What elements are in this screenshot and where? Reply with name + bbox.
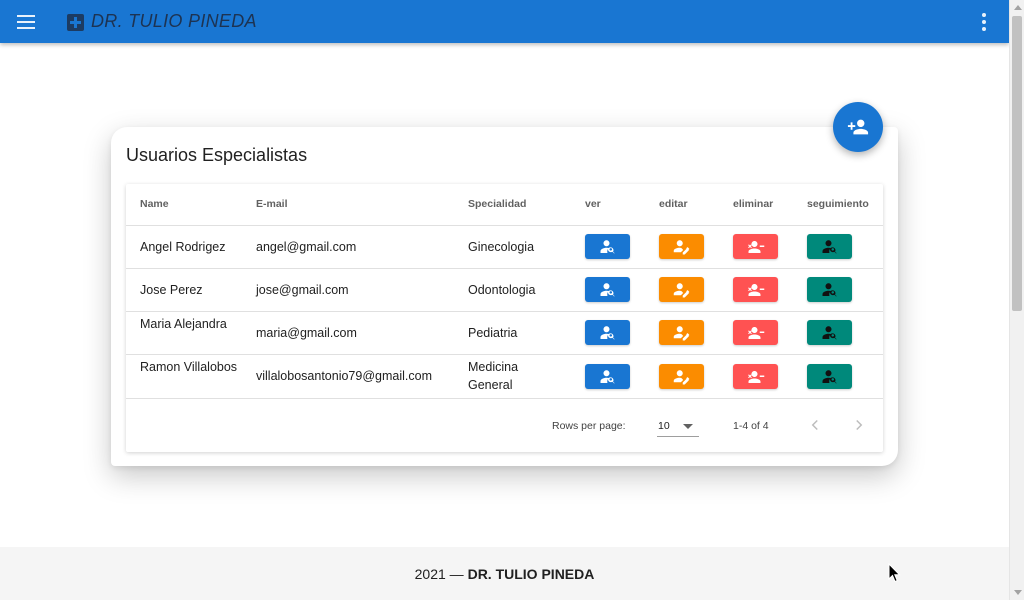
prev-page-button[interactable] (803, 413, 827, 437)
person-remove-icon (747, 240, 764, 253)
cell-specialty: Odontologia (468, 283, 536, 297)
app-bar: DR. TULIO PINEDA (0, 0, 1009, 43)
person-remove-icon (747, 283, 764, 296)
edit-button[interactable] (659, 320, 704, 345)
table-row: Angel Rodrigez angel@gmail.com Ginecolog… (126, 226, 883, 269)
footer-year: 2021 — (414, 566, 464, 582)
view-button[interactable] (585, 277, 630, 302)
header-name[interactable]: Name (140, 198, 169, 210)
scroll-down-arrow[interactable] (1014, 590, 1022, 595)
edit-button[interactable] (659, 277, 704, 302)
person-add-icon (847, 119, 869, 135)
view-button[interactable] (585, 364, 630, 389)
view-button[interactable] (585, 320, 630, 345)
delete-button[interactable] (733, 364, 778, 389)
footer-name: DR. TULIO PINEDA (467, 566, 595, 582)
more-vert-dot (982, 20, 986, 24)
table-pagination: Rows per page: 10 1-4 of 4 (126, 399, 883, 452)
page-footer: 2021 — DR. TULIO PINEDA (0, 547, 1009, 600)
table-row: Ramon Villalobos villalobosantonio79@gma… (126, 355, 883, 399)
cell-email: jose@gmail.com (256, 283, 349, 297)
card-title: Usuarios Especialistas (126, 145, 308, 165)
table-row: Maria Alejandra maria@gmail.com Pediatri… (126, 312, 883, 355)
chevron-right-icon (856, 419, 863, 431)
edit-button[interactable] (659, 364, 704, 389)
edit-button[interactable] (659, 234, 704, 259)
cell-name: Ramon Villalobos (140, 360, 238, 374)
more-options-button[interactable] (976, 10, 992, 34)
person-search-icon (822, 369, 837, 383)
delete-button[interactable] (733, 277, 778, 302)
specialists-table: Name E-mail Specialidad ver editar elimi… (126, 184, 883, 452)
person-edit-icon (673, 369, 689, 384)
mouse-cursor-icon (888, 563, 901, 583)
person-search-icon (600, 325, 615, 339)
cell-name: Maria Alejandra (140, 317, 227, 331)
delete-button[interactable] (733, 320, 778, 345)
followup-button[interactable] (807, 364, 852, 389)
page-range: 1-4 of 4 (733, 420, 769, 432)
table-header: Name E-mail Specialidad ver editar elimi… (126, 184, 883, 226)
person-edit-icon (673, 282, 689, 297)
brand-title: DR. TULIO PINEDA (91, 11, 257, 31)
delete-button[interactable] (733, 234, 778, 259)
person-remove-icon (747, 370, 764, 383)
menu-icon-bar (17, 21, 35, 23)
rows-per-page-select[interactable]: 10 (657, 415, 699, 437)
followup-button[interactable] (807, 277, 852, 302)
page-scrollbar[interactable] (1009, 0, 1024, 600)
medical-cross-icon (67, 14, 84, 31)
person-search-icon (600, 282, 615, 296)
cell-specialty: Ginecologia (468, 240, 535, 254)
header-followup[interactable]: seguimiento (807, 198, 869, 210)
header-email[interactable]: E-mail (256, 198, 288, 210)
header-specialty[interactable]: Specialidad (468, 198, 526, 210)
add-user-button[interactable] (833, 102, 883, 152)
header-delete[interactable]: eliminar (733, 198, 773, 210)
person-search-icon (822, 282, 837, 296)
menu-button[interactable] (14, 10, 38, 34)
person-edit-icon (673, 325, 689, 340)
chevron-down-icon (683, 424, 693, 429)
cell-specialty: Medicina General (468, 360, 519, 392)
cell-email: villalobosantonio79@gmail.com (256, 369, 432, 383)
scroll-up-arrow[interactable] (1014, 5, 1022, 10)
menu-icon-bar (17, 27, 35, 29)
followup-button[interactable] (807, 234, 852, 259)
more-vert-dot (982, 27, 986, 31)
rows-per-page-value: 10 (658, 420, 670, 432)
cell-specialty: Pediatria (468, 326, 518, 340)
person-search-icon (600, 369, 615, 383)
cell-email: angel@gmail.com (256, 240, 357, 254)
scroll-thumb[interactable] (1012, 16, 1022, 311)
person-search-icon (822, 325, 837, 339)
cell-name: Angel Rodrigez (140, 240, 226, 254)
person-search-icon (822, 239, 837, 253)
menu-icon (17, 15, 35, 17)
more-vert-icon (982, 13, 986, 17)
view-button[interactable] (585, 234, 630, 259)
footer-text: 2021 — DR. TULIO PINEDA (0, 566, 1009, 582)
rows-per-page-label: Rows per page: (552, 420, 626, 432)
person-search-icon (600, 239, 615, 253)
header-view[interactable]: ver (585, 198, 601, 210)
followup-button[interactable] (807, 320, 852, 345)
chevron-left-icon (811, 419, 818, 431)
next-page-button[interactable] (847, 413, 871, 437)
cell-name: Jose Perez (140, 283, 203, 297)
header-edit[interactable]: editar (659, 198, 688, 210)
person-edit-icon (673, 239, 689, 254)
person-remove-icon (747, 326, 764, 339)
cell-email: maria@gmail.com (256, 326, 357, 340)
table-row: Jose Perez jose@gmail.com Odontologia (126, 269, 883, 312)
